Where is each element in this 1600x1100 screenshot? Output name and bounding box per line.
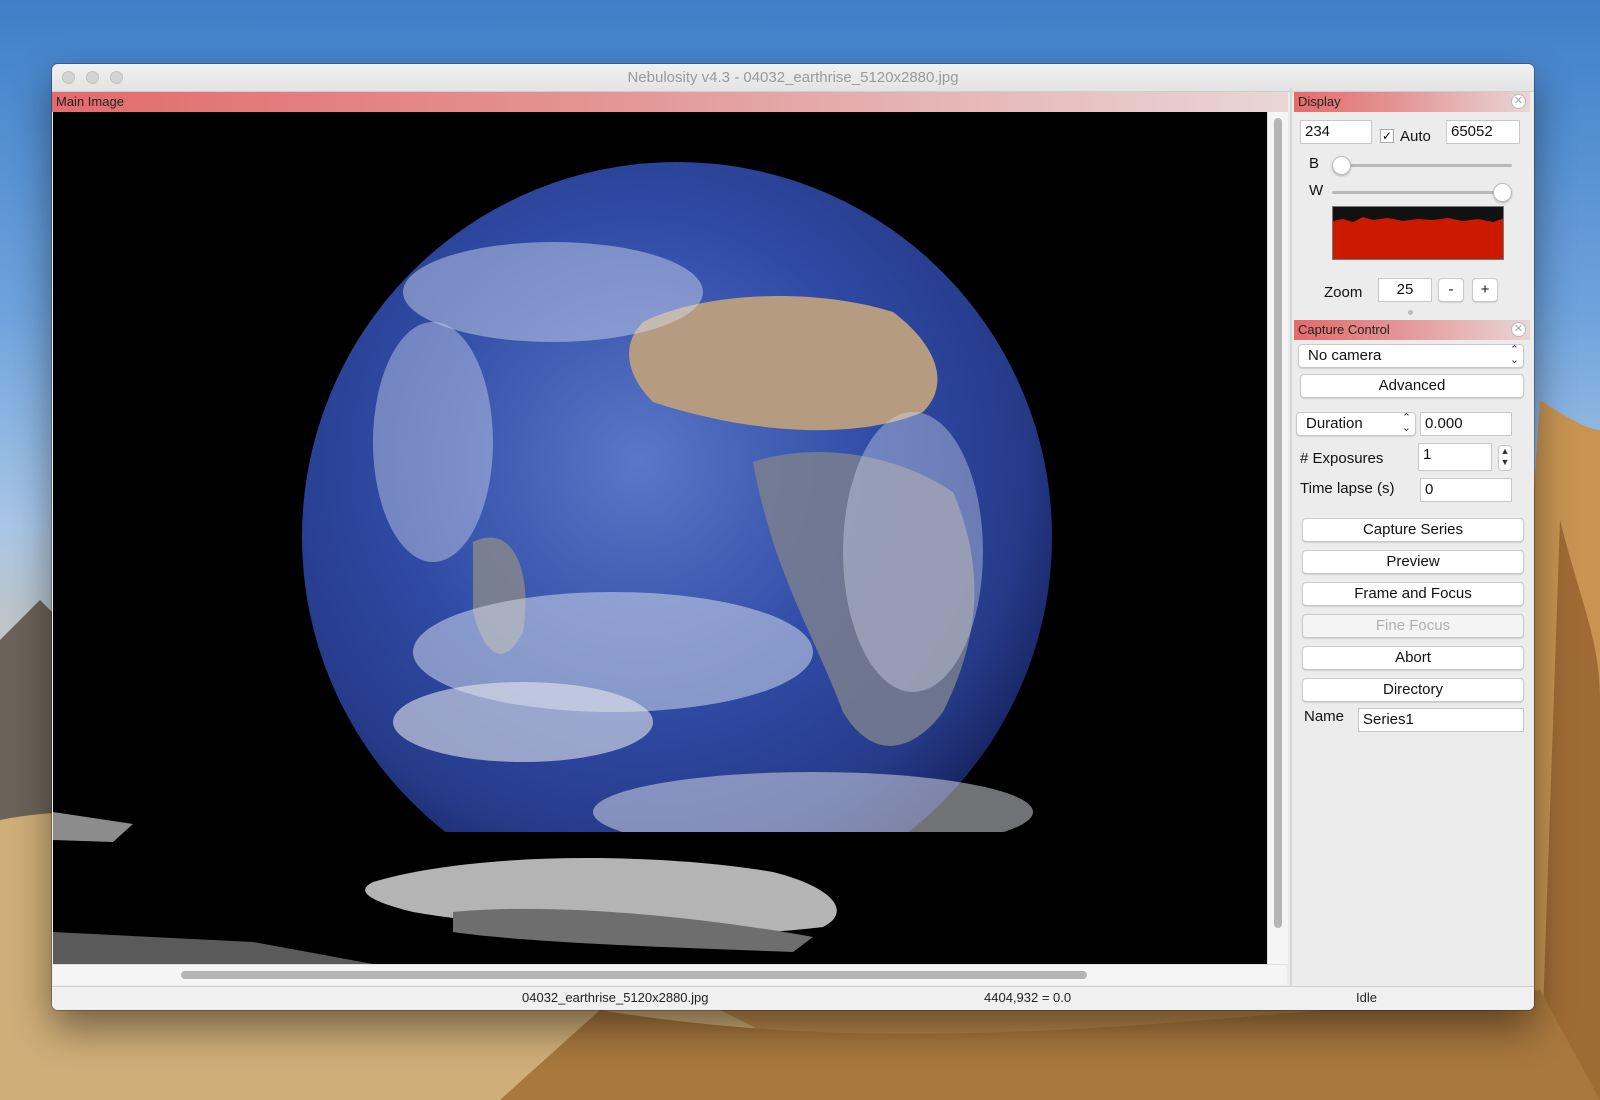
panel-splitter[interactable] xyxy=(1294,310,1530,315)
abort-button[interactable]: Abort xyxy=(1302,646,1524,670)
duration-field[interactable]: 0.000 xyxy=(1420,412,1512,436)
b-slider-label: B xyxy=(1309,155,1320,172)
histogram xyxy=(1332,206,1504,260)
horizontal-scrollbar[interactable] xyxy=(53,964,1287,985)
camera-select-value: No camera xyxy=(1308,347,1382,364)
status-filename: 04032_earthrise_5120x2880.jpg xyxy=(522,990,709,1005)
directory-button[interactable]: Directory xyxy=(1302,678,1524,702)
time-lapse-field[interactable]: 0 xyxy=(1420,478,1512,502)
app-window: Nebulosity v4.3 - 04032_earthrise_5120x2… xyxy=(52,64,1534,1010)
capture-series-button[interactable]: Capture Series xyxy=(1302,518,1524,542)
main-image-header-label: Main Image xyxy=(56,94,124,109)
frame-and-focus-button[interactable]: Frame and Focus xyxy=(1302,582,1524,606)
preview-button[interactable]: Preview xyxy=(1302,550,1524,574)
camera-select[interactable]: No camera ⌃ ⌄ xyxy=(1298,344,1524,368)
stepper-icon[interactable]: ▲ ▼ xyxy=(1498,445,1512,471)
display-header: Display ✕ xyxy=(1294,92,1530,112)
exposures-field[interactable]: 1 xyxy=(1418,443,1492,471)
zoom-field[interactable]: 25 xyxy=(1378,278,1432,302)
main-image-canvas[interactable] xyxy=(53,112,1267,964)
black-point-field[interactable]: 234 xyxy=(1300,120,1372,144)
close-icon[interactable]: ✕ xyxy=(1511,322,1526,337)
fine-focus-button[interactable]: Fine Focus xyxy=(1302,614,1524,638)
display-header-label: Display xyxy=(1298,94,1341,109)
vertical-scroll-thumb[interactable] xyxy=(1274,118,1282,928)
status-state: Idle xyxy=(1356,990,1377,1005)
w-slider-knob[interactable] xyxy=(1493,183,1512,202)
vertical-scrollbar[interactable] xyxy=(1267,112,1288,964)
status-pixel-info: 4404,932 = 0.0 xyxy=(984,990,1072,1005)
white-point-field[interactable]: 65052 xyxy=(1446,120,1520,144)
panel-divider[interactable] xyxy=(1290,88,1292,988)
duration-mode-value: Duration xyxy=(1306,415,1363,432)
time-lapse-label: Time lapse (s) xyxy=(1300,480,1395,497)
duration-mode-select[interactable]: Duration ⌃ ⌄ xyxy=(1296,412,1416,436)
capture-control-header-label: Capture Control xyxy=(1298,322,1390,337)
earthrise-image xyxy=(53,162,1052,964)
capture-control-header: Capture Control ✕ xyxy=(1294,320,1530,340)
side-panel: Display ✕ 234 ✓ Auto 65052 B W Zoom 25 -… xyxy=(1294,88,1530,986)
advanced-button[interactable]: Advanced xyxy=(1300,374,1524,398)
name-label: Name xyxy=(1304,708,1345,725)
close-icon[interactable]: ✕ xyxy=(1511,94,1526,109)
horizontal-scroll-thumb[interactable] xyxy=(181,971,1087,979)
b-slider-knob[interactable] xyxy=(1332,156,1351,175)
auto-label: Auto xyxy=(1400,128,1431,145)
window-title: Nebulosity v4.3 - 04032_earthrise_5120x2… xyxy=(627,69,959,86)
w-slider-label: W xyxy=(1309,182,1324,199)
auto-checkbox[interactable]: ✓ xyxy=(1380,129,1394,143)
chevron-updown-icon: ⌃ ⌄ xyxy=(1401,412,1411,434)
zoom-in-button[interactable]: + xyxy=(1472,278,1498,302)
zoom-out-button[interactable]: - xyxy=(1438,278,1464,302)
zoom-label: Zoom xyxy=(1324,284,1363,301)
status-bar: 04032_earthrise_5120x2880.jpg 4404,932 =… xyxy=(52,986,1534,1010)
series-name-field[interactable]: Series1 xyxy=(1358,708,1524,732)
chevron-updown-icon: ⌃ ⌄ xyxy=(1509,344,1519,366)
main-image-header: Main Image xyxy=(52,92,1288,112)
w-slider-track[interactable] xyxy=(1332,191,1512,194)
b-slider-track[interactable] xyxy=(1332,164,1512,167)
exposures-label: # Exposures xyxy=(1300,450,1384,467)
